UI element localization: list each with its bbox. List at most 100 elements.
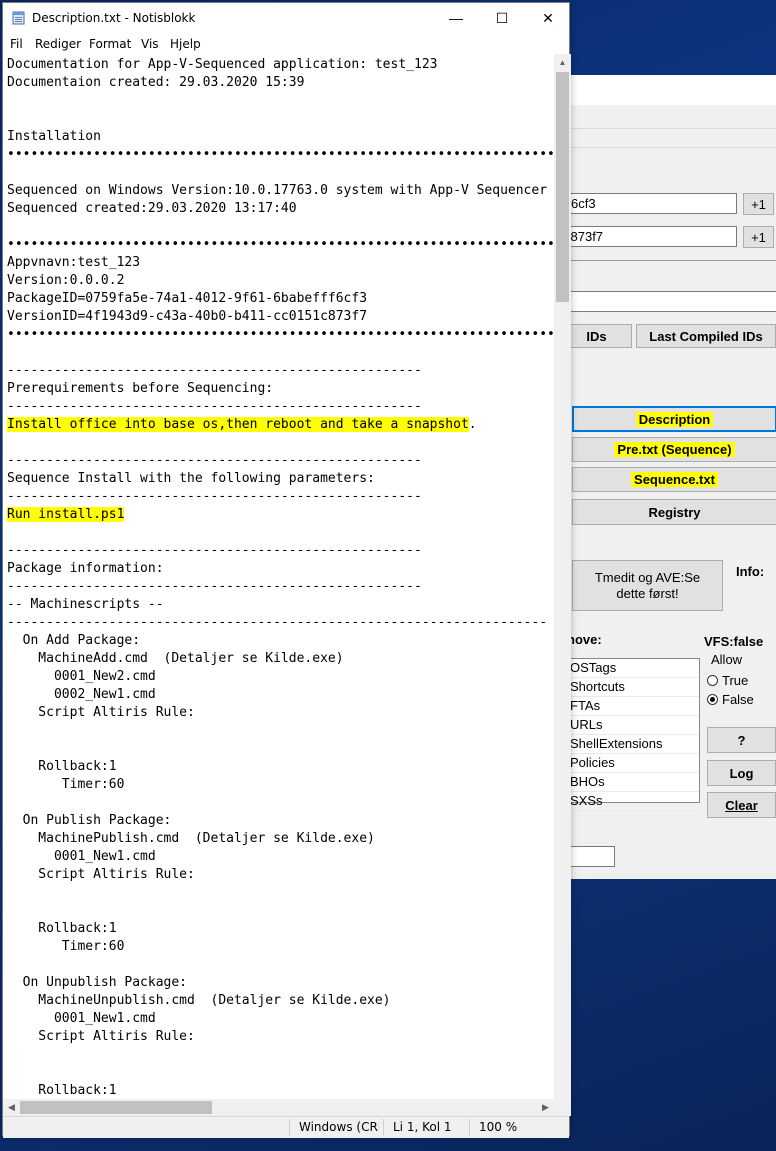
pre-sequence-button[interactable]: Pre.txt (Sequence) <box>572 437 776 462</box>
maximize-icon: ☐ <box>495 9 509 26</box>
scroll-corner <box>554 1099 571 1116</box>
text-line: ••••••••••••••••••••••••••••••••••••••••… <box>7 237 554 252</box>
menu-file[interactable]: Fil <box>10 37 23 51</box>
text-line <box>7 524 554 542</box>
vertical-scroll-thumb[interactable] <box>556 72 569 302</box>
list-item[interactable]: FTAs <box>562 697 699 716</box>
text-line <box>7 434 554 452</box>
increment-version-id-button[interactable]: +1 <box>743 226 774 248</box>
text-line: Sequence Install with the following para… <box>7 471 375 486</box>
description-button[interactable]: Description <box>572 406 776 432</box>
scroll-right-icon[interactable]: ▶ <box>537 1099 554 1116</box>
menu-edit[interactable]: Rediger <box>35 37 81 51</box>
maximize-button[interactable]: ☐ <box>479 3 525 33</box>
text-line <box>7 956 554 974</box>
text-line: ----------------------------------------… <box>7 453 422 468</box>
status-cursor-position: Li 1, Kol 1 <box>393 1120 452 1134</box>
text-line: ----------------------------------------… <box>7 543 422 558</box>
status-line-ending: Windows (CRLF) <box>299 1120 379 1134</box>
sequence-txt-button[interactable]: Sequence.txt <box>572 467 776 492</box>
text-line: On Unpublish Package: <box>7 975 188 990</box>
radio-true[interactable]: True <box>707 673 748 688</box>
text-line: 0001_New1.cmd <box>7 1011 156 1026</box>
text-line <box>7 218 554 236</box>
list-item[interactable]: Policies <box>562 754 699 773</box>
text-line <box>7 1046 554 1064</box>
registry-button[interactable]: Registry <box>572 499 776 525</box>
horizontal-scrollbar[interactable]: ◀ ▶ <box>3 1099 554 1116</box>
text-line: 0002_New1.cmd <box>7 687 156 702</box>
app-header-area <box>561 75 776 105</box>
text-field[interactable] <box>561 291 776 312</box>
list-item[interactable]: SXSs <box>562 792 699 811</box>
scroll-left-icon[interactable]: ◀ <box>3 1099 20 1116</box>
menu-view[interactable]: Vis <box>141 37 159 51</box>
menu-format[interactable]: Format <box>89 37 131 51</box>
text-line: ----------------------------------------… <box>7 579 422 594</box>
text-line: Documentaion created: 29.03.2020 15:39 <box>7 75 305 90</box>
list-item[interactable]: Shortcuts <box>562 678 699 697</box>
text-line: Timer:60 <box>7 939 125 954</box>
title-bar[interactable]: Description.txt - Notisblokk — ☐ ✕ <box>3 3 569 33</box>
text-line: Package information: <box>7 561 164 576</box>
scroll-up-icon[interactable]: ▲ <box>554 54 571 71</box>
document-text: Documentation for App-V-Sequenced applic… <box>3 54 554 1099</box>
text-line: Sequenced created:29.03.2020 13:17:40 <box>7 201 297 216</box>
text-line: ----------------------------------------… <box>7 489 422 504</box>
vertical-scrollbar[interactable]: ▲ <box>554 54 571 1099</box>
minimize-button[interactable]: — <box>433 3 479 33</box>
log-button[interactable]: Log <box>707 760 776 786</box>
help-button[interactable]: ? <box>707 727 776 753</box>
version-id-field[interactable]: c873f7 <box>561 226 737 247</box>
status-separator <box>383 1119 384 1136</box>
menu-help[interactable]: Hjelp <box>170 37 201 51</box>
radio-false[interactable]: False <box>707 692 754 707</box>
close-button[interactable]: ✕ <box>525 3 571 33</box>
package-id-field[interactable]: ff6cf3 <box>561 193 737 214</box>
text-editor[interactable]: Documentation for App-V-Sequenced applic… <box>3 54 554 1099</box>
increment-package-id-button[interactable]: +1 <box>743 193 774 215</box>
remove-label: nove: <box>567 632 602 647</box>
text-line: PackageID=0759fa5e-74a1-4012-9f61-6babef… <box>7 291 368 306</box>
text-line <box>7 902 554 920</box>
text-line: MachineUnpublish.cmd (Detaljer se Kilde.… <box>7 993 391 1008</box>
ids-button[interactable]: IDs <box>561 324 632 348</box>
radio-indicator <box>707 675 718 686</box>
text-line: -- Machinescripts -- <box>7 597 164 612</box>
description-label: Description <box>635 411 714 427</box>
text-line: Documentation for App-V-Sequenced applic… <box>7 57 438 72</box>
text-line: Prerequirements before Sequencing: <box>7 381 274 396</box>
clear-button[interactable]: Clear <box>707 792 776 818</box>
notepad-window: Description.txt - Notisblokk — ☐ ✕ Fil R… <box>2 2 571 1138</box>
divider <box>561 260 776 261</box>
text-line: MachinePublish.cmd (Detaljer se Kilde.ex… <box>7 831 375 846</box>
text-line: Version:0.0.0.2 <box>7 273 125 288</box>
horizontal-scroll-thumb[interactable] <box>20 1101 212 1114</box>
divider <box>561 147 776 148</box>
list-item[interactable]: ShellExtensions <box>562 735 699 754</box>
highlighted-text: Install office into base os,then reboot … <box>7 417 469 432</box>
text-line <box>7 722 554 740</box>
text-line: ----------------------------------------… <box>7 363 422 378</box>
list-item[interactable]: URLs <box>562 716 699 735</box>
text-line <box>7 344 554 362</box>
text-line: Sequenced on Windows Version:10.0.17763.… <box>7 183 548 198</box>
info-label: Info: <box>736 564 765 579</box>
text-line: Timer:60 <box>7 777 125 792</box>
status-bar: Windows (CRLF) Li 1, Kol 1 100 % <box>3 1116 569 1138</box>
text-line: On Add Package: <box>7 633 141 648</box>
window-title: Description.txt - Notisblokk <box>32 11 196 25</box>
list-item[interactable]: OSTags <box>562 659 699 678</box>
text-line: ----------------------------------------… <box>7 399 422 414</box>
text-line: Appvnavn:test_123 <box>7 255 141 270</box>
close-icon: ✕ <box>542 9 554 26</box>
sequence-txt-label: Sequence.txt <box>631 472 718 487</box>
text-line: Rollback:1 <box>7 759 117 774</box>
last-compiled-ids-button[interactable]: Last Compiled IDs <box>636 324 776 348</box>
notepad-icon <box>12 11 25 25</box>
tmedit-button[interactable]: Tmedit og AVE:Se dette først! <box>572 560 723 611</box>
remove-list[interactable]: OSTags Shortcuts FTAs URLs ShellExtensio… <box>561 658 700 811</box>
text-line: Installation <box>7 129 101 144</box>
list-item[interactable]: BHOs <box>562 773 699 792</box>
highlighted-text: Run install.ps1 <box>7 507 125 522</box>
